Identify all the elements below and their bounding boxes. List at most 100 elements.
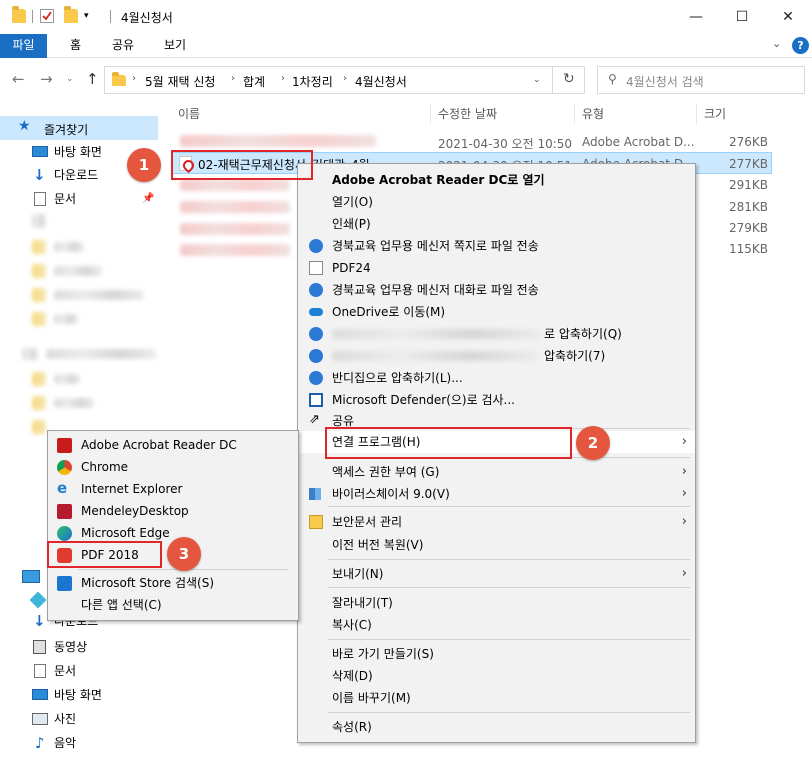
- menu-separator: [328, 639, 690, 640]
- refresh-icon[interactable]: ↻: [563, 71, 575, 87]
- submenu-item-label: Adobe Acrobat Reader DC: [81, 438, 237, 452]
- menu-item-virus-chaser[interactable]: 바이러스체이서 9.0(V) ›: [298, 483, 695, 505]
- chevron-right-icon: ›: [681, 434, 687, 449]
- breadcrumb-3[interactable]: 1차정리: [292, 73, 333, 90]
- submenu-item-label: Chrome: [81, 460, 129, 474]
- menu-item-messenger-chat[interactable]: 경북교육 업무용 메신저 대화로 파일 전송: [298, 279, 695, 301]
- minimize-button[interactable]: —: [673, 0, 719, 34]
- help-button[interactable]: ?: [792, 37, 809, 54]
- open-with-submenu: Adobe Acrobat Reader DC Chrome e Interne…: [47, 430, 299, 621]
- onedrive-cloud-icon: [309, 308, 323, 316]
- redacted-icon: [22, 348, 38, 360]
- menu-item-messenger-note[interactable]: 경북교육 업무용 메신저 쪽지로 파일 전송: [298, 235, 695, 257]
- menu-item-create-shortcut[interactable]: 바로 가기 만들기(S): [298, 643, 695, 665]
- chevron-right-icon[interactable]: ›: [132, 73, 136, 84]
- menu-item-onedrive[interactable]: OneDrive로 이동(M): [298, 301, 695, 323]
- tab-home[interactable]: 홈: [58, 34, 93, 58]
- menu-item-delete[interactable]: 삭제(D): [298, 665, 695, 687]
- menu-item-rename[interactable]: 이름 바꾸기(M): [298, 687, 695, 709]
- breadcrumb-2[interactable]: 합계: [243, 73, 265, 90]
- breadcrumb-4[interactable]: 4월신청서: [355, 73, 407, 90]
- submenu-item-internet-explorer[interactable]: e Internet Explorer: [48, 478, 298, 500]
- menu-item-label: 경북교육 업무용 메신저 대화로 파일 전송: [332, 283, 539, 297]
- redacted-text: [54, 374, 80, 384]
- menu-item-label: OneDrive로 이동(M): [332, 305, 446, 319]
- menu-item-cut[interactable]: 잘라내기(T): [298, 592, 695, 614]
- submenu-item-label: Internet Explorer: [81, 482, 183, 496]
- sidebar-quick-access[interactable]: 즐겨찾기: [44, 121, 88, 138]
- submenu-item-label: MendeleyDesktop: [81, 504, 189, 518]
- menu-item-label: 보안문서 관리: [332, 515, 403, 529]
- recent-locations-icon[interactable]: ⌄: [66, 74, 74, 84]
- address-bar[interactable]: › 5월 재택 신청 › 합계 › 1차정리 › 4월신청서 ⌄ ↻: [104, 66, 585, 94]
- breadcrumb-1[interactable]: 5월 재택 신청: [145, 73, 215, 90]
- ribbon-collapse-icon[interactable]: ⌄: [772, 37, 781, 50]
- music-note-icon: ♪: [35, 734, 45, 752]
- search-box[interactable]: ⚲ 4월신청서 검색: [597, 66, 805, 94]
- redacted-icon: [32, 420, 46, 434]
- submenu-item-acrobat[interactable]: Adobe Acrobat Reader DC: [48, 434, 298, 456]
- document-icon: [34, 664, 46, 678]
- divider: [430, 104, 431, 124]
- menu-item-grant-access[interactable]: 액세스 권한 부여 (G) ›: [298, 461, 695, 483]
- menu-item-properties[interactable]: 속성(R): [298, 716, 695, 738]
- menu-item-defender[interactable]: Microsoft Defender(으)로 검사...: [298, 389, 695, 411]
- maximize-button[interactable]: ☐: [719, 0, 765, 34]
- menu-item-send-to[interactable]: 보내기(N) ›: [298, 563, 695, 585]
- search-icon: ⚲: [608, 72, 617, 86]
- properties-icon[interactable]: [40, 9, 54, 23]
- menu-item-label: Microsoft Defender(으)로 검사...: [332, 393, 515, 407]
- chevron-down-icon[interactable]: ▾: [84, 9, 98, 23]
- up-arrow-icon[interactable]: ↑: [86, 70, 99, 88]
- menu-item-security-doc[interactable]: 보안문서 관리 ›: [298, 511, 695, 533]
- submenu-item-chrome[interactable]: Chrome: [48, 456, 298, 478]
- chevron-right-icon[interactable]: ›: [343, 73, 347, 84]
- redacted-filename: [180, 135, 376, 147]
- menu-item-compress-q[interactable]: 로 압축하기(Q): [298, 323, 695, 345]
- chevron-right-icon[interactable]: ›: [281, 73, 285, 84]
- highlight-box-file: [171, 150, 313, 180]
- redacted-filename: [180, 244, 290, 256]
- chevron-down-icon[interactable]: ⌄: [533, 75, 541, 85]
- desktop-icon: [32, 689, 48, 700]
- menu-item-bandizip[interactable]: 반디집으로 압축하기(L)...: [298, 367, 695, 389]
- tab-file[interactable]: 파일: [0, 34, 47, 58]
- menu-item-compress-7[interactable]: 압축하기(7): [298, 345, 695, 367]
- submenu-item-mendeley[interactable]: MendeleyDesktop: [48, 500, 298, 522]
- new-folder-icon[interactable]: [64, 6, 78, 23]
- menu-item-copy[interactable]: 복사(C): [298, 614, 695, 636]
- folder-icon: [12, 6, 26, 23]
- submenu-item-choose-other[interactable]: 다른 앱 선택(C): [48, 594, 298, 616]
- column-header-type[interactable]: 유형: [582, 102, 604, 126]
- back-arrow-icon[interactable]: ←: [12, 70, 25, 88]
- chat-bubble-icon: [309, 283, 323, 297]
- forward-arrow-icon[interactable]: →: [40, 70, 53, 88]
- column-header-size[interactable]: 크기: [704, 102, 726, 126]
- menu-item-open[interactable]: 열기(O): [298, 191, 695, 213]
- menu-item-restore[interactable]: 이전 버전 복원(V): [298, 534, 695, 556]
- sidebar-item-label: 음악: [54, 736, 77, 750]
- tab-view[interactable]: 보기: [152, 34, 198, 58]
- menu-item-label: 이전 버전 복원(V): [332, 538, 424, 552]
- menu-item-open-default[interactable]: Adobe Acrobat Reader DC로 열기: [298, 169, 695, 191]
- pin-icon[interactable]: 📌: [142, 188, 154, 210]
- column-header-name[interactable]: 이름: [178, 102, 200, 126]
- edge-icon: [57, 526, 72, 541]
- chevron-right-icon[interactable]: ›: [231, 73, 235, 84]
- menu-item-label: 열기(O): [332, 195, 373, 209]
- menu-item-label: 액세스 권한 부여 (G): [332, 465, 440, 479]
- menu-item-label: 바로 가기 만들기(S): [332, 647, 434, 661]
- menu-item-print[interactable]: 인쇄(P): [298, 213, 695, 235]
- file-size: 281KB: [728, 200, 768, 214]
- 3d-objects-icon: [29, 591, 47, 609]
- column-header-date[interactable]: 수정한 날짜: [438, 102, 497, 126]
- search-input[interactable]: 4월신청서 검색: [626, 73, 704, 90]
- submenu-item-store[interactable]: Microsoft Store 검색(S): [48, 572, 298, 594]
- close-button[interactable]: ✕: [765, 0, 811, 34]
- menu-item-pdf24[interactable]: PDF24: [298, 257, 695, 279]
- tab-share[interactable]: 공유: [100, 34, 146, 58]
- submenu-item-label: Microsoft Store 검색(S): [81, 576, 215, 590]
- sidebar-item-label: 동영상: [54, 640, 88, 654]
- redacted-text: [54, 398, 94, 408]
- picture-icon: [32, 713, 48, 725]
